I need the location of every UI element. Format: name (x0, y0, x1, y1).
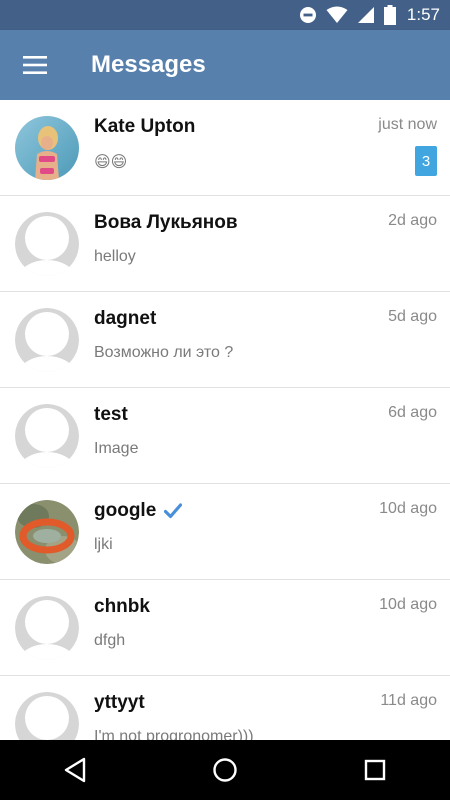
back-icon (64, 757, 86, 783)
unread-badge: 3 (415, 146, 437, 176)
back-button[interactable] (45, 745, 105, 795)
page-title: Messages (91, 51, 206, 78)
app-bar: Messages (0, 30, 450, 100)
conversation-row-test[interactable]: test 6d ago Image (0, 388, 450, 484)
message-time: just now (378, 116, 437, 133)
contact-name: google (94, 500, 157, 521)
hamburger-menu-icon (23, 56, 47, 74)
system-nav-bar (0, 740, 450, 800)
message-time: 2d ago (388, 212, 437, 229)
conversation-row-chnbk[interactable]: chnbk 10d ago dfgh (0, 580, 450, 676)
contact-name: yttyyt (94, 692, 145, 713)
message-preview: I'm not progronomer))) (94, 728, 254, 740)
message-time: 5d ago (388, 308, 437, 325)
contact-name: Вова Лукьянов (94, 212, 238, 233)
contact-name: dagnet (94, 308, 157, 329)
wifi-icon (326, 6, 348, 23)
status-time: 1:57 (406, 5, 440, 24)
message-time: 11d ago (380, 692, 437, 709)
verified-check-icon (164, 503, 183, 519)
conversation-row-dagnet[interactable]: dagnet 5d ago Возможно ли это ? (0, 292, 450, 388)
avatar-placeholder-icon (15, 212, 79, 276)
message-preview: 😄😄 (94, 154, 128, 171)
conversation-row-vova[interactable]: Вова Лукьянов 2d ago helloy (0, 196, 450, 292)
menu-button[interactable] (10, 40, 60, 90)
avatar (15, 500, 79, 564)
avatar-placeholder-icon (15, 692, 79, 740)
recents-button[interactable] (345, 745, 405, 795)
avatar-placeholder-icon (15, 596, 79, 660)
message-preview: Возможно ли это ? (94, 344, 234, 361)
contact-name: Kate Upton (94, 116, 196, 137)
contact-name: test (94, 404, 128, 425)
contact-name: chnbk (94, 596, 150, 617)
avatar (15, 116, 79, 180)
recents-icon (364, 759, 386, 781)
avatar-placeholder-icon (15, 308, 79, 372)
message-time: 6d ago (388, 404, 437, 421)
message-time: 10d ago (379, 500, 437, 517)
message-preview: helloy (94, 248, 136, 265)
battery-icon (383, 5, 396, 25)
signal-icon (357, 7, 374, 23)
conversation-row-yttyyt[interactable]: yttyyt 11d ago I'm not progronomer))) (0, 676, 450, 740)
avatar-placeholder-icon (15, 404, 79, 468)
status-bar: 1:57 (0, 0, 450, 30)
message-preview: ljki (94, 536, 113, 553)
conversation-list[interactable]: Kate Upton just now 😄😄 3 Вова Лукьянов 2… (0, 100, 450, 740)
message-time: 10d ago (379, 596, 437, 613)
conversation-row-google[interactable]: google 10d ago ljki (0, 484, 450, 580)
home-button[interactable] (195, 745, 255, 795)
message-preview: dfgh (94, 632, 126, 649)
home-icon (213, 758, 237, 782)
do-not-disturb-icon (299, 7, 316, 23)
message-preview: Image (94, 440, 139, 457)
conversation-row-kate-upton[interactable]: Kate Upton just now 😄😄 3 (0, 100, 450, 196)
